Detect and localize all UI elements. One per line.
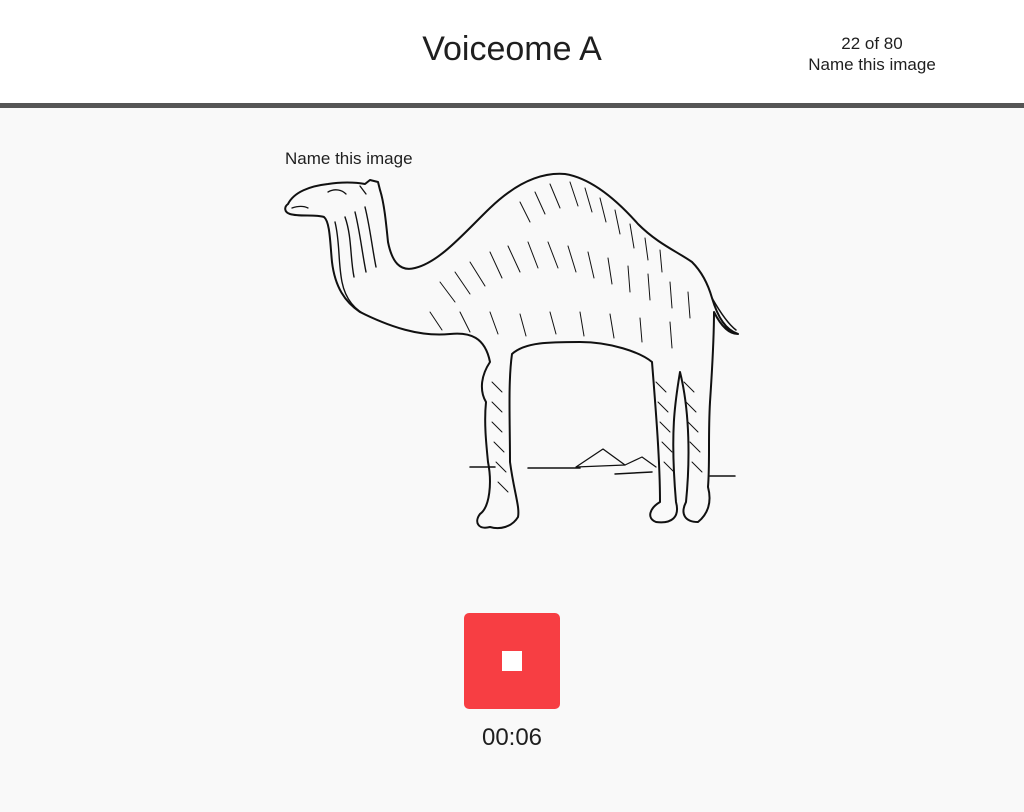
camel-image <box>284 172 739 530</box>
stop-recording-button[interactable] <box>464 613 560 709</box>
progress-indicator: 22 of 80 Name this image <box>792 33 952 75</box>
progress-task-label: Name this image <box>808 55 936 74</box>
progress-count: 22 of 80 <box>841 34 903 53</box>
app-header: Voiceome A 22 of 80 Name this image <box>0 0 1024 108</box>
recording-timer: 00:06 <box>481 724 543 751</box>
stop-icon <box>502 651 522 671</box>
